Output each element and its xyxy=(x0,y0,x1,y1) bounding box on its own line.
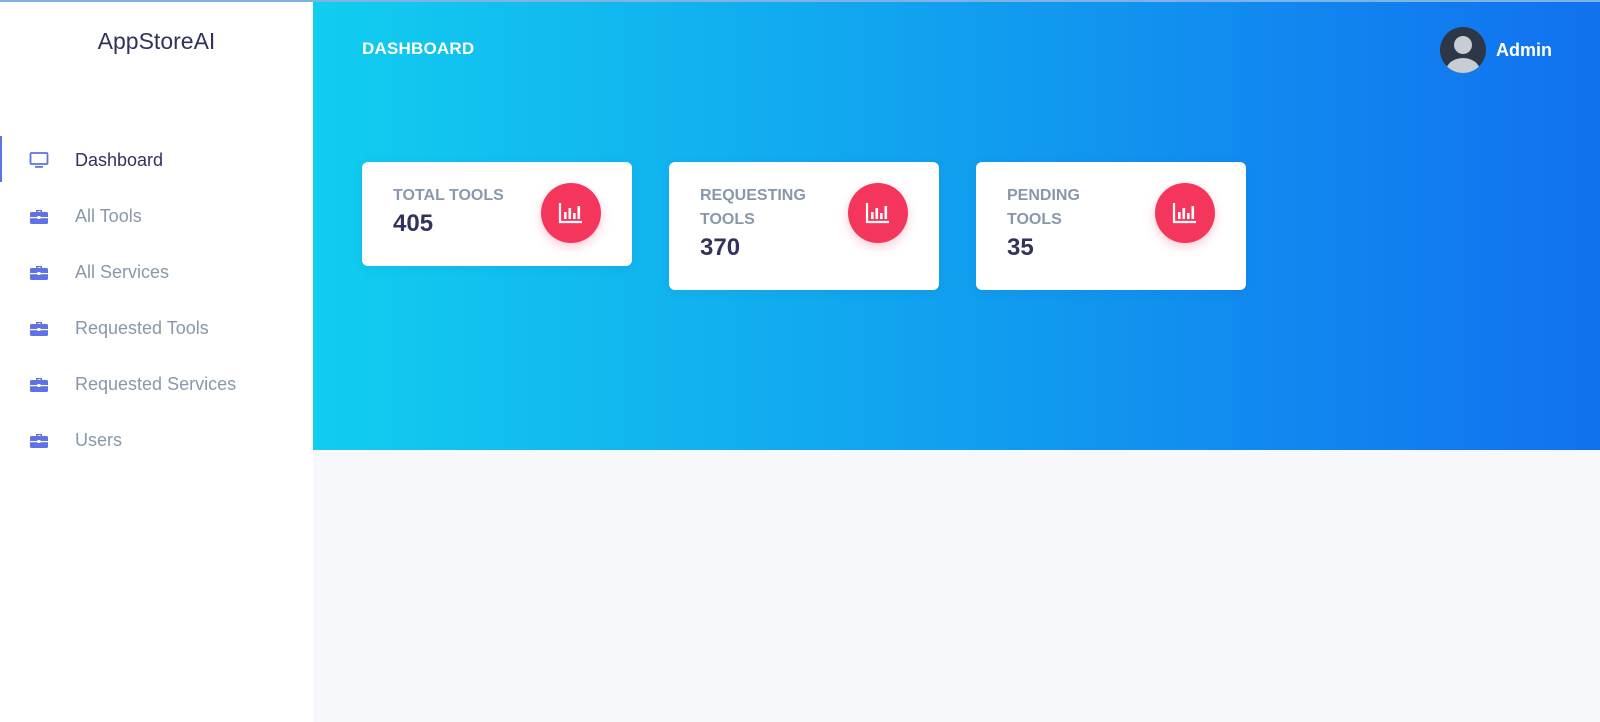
sidebar-item-label: All Services xyxy=(75,261,170,282)
sidebar-item-label: Dashboard xyxy=(75,149,164,170)
stat-title: REQUESTING TOOLS xyxy=(700,187,806,228)
briefcase-icon xyxy=(29,318,49,338)
sidebar-item-label: Requested Services xyxy=(75,373,237,394)
stat-value: 35 xyxy=(1007,234,1034,261)
chart-bar-icon xyxy=(848,183,908,243)
stat-card-pending-tools[interactable]: PENDING TOOLS 35 xyxy=(976,162,1246,290)
page-title[interactable]: DASHBOARD xyxy=(362,39,474,59)
dashboard-header: DASHBOARD Admin TOTAL TOOLS 405 REQUESTI… xyxy=(313,2,1600,450)
sidebar-item-users[interactable]: Users xyxy=(0,412,313,468)
brand-logo[interactable]: AppStoreAI xyxy=(0,28,313,55)
user-name[interactable]: Admin xyxy=(1496,40,1552,61)
briefcase-icon xyxy=(29,374,49,394)
monitor-icon xyxy=(29,150,49,170)
sidebar: AppStoreAI Dashboard All Tools All Servi… xyxy=(0,2,313,722)
sidebar-item-all-tools[interactable]: All Tools xyxy=(0,188,313,244)
stat-value: 370 xyxy=(700,234,741,261)
sidebar-item-all-services[interactable]: All Services xyxy=(0,244,313,300)
stat-title: PENDING TOOLS xyxy=(1007,187,1080,228)
sidebar-item-requested-services[interactable]: Requested Services xyxy=(0,356,313,412)
stat-card-total-tools[interactable]: TOTAL TOOLS 405 xyxy=(362,162,632,266)
user-avatar-icon[interactable] xyxy=(1440,27,1486,73)
main-content-area xyxy=(313,450,1600,722)
chart-bar-icon xyxy=(1155,183,1215,243)
briefcase-icon xyxy=(29,262,49,282)
sidebar-item-requested-tools[interactable]: Requested Tools xyxy=(0,300,313,356)
stat-card-requesting-tools[interactable]: REQUESTING TOOLS 370 xyxy=(669,162,939,290)
briefcase-icon xyxy=(29,430,49,450)
sidebar-item-label: Requested Tools xyxy=(75,317,209,338)
briefcase-icon xyxy=(29,206,49,226)
sidebar-item-label: Users xyxy=(75,429,123,450)
sidebar-nav: Dashboard All Tools All Services Request… xyxy=(0,132,313,468)
chart-bar-icon xyxy=(541,183,601,243)
sidebar-item-label: All Tools xyxy=(75,205,142,226)
user-menu[interactable]: Admin xyxy=(1440,27,1552,73)
sidebar-item-dashboard[interactable]: Dashboard xyxy=(0,132,313,188)
stat-title: TOTAL TOOLS xyxy=(393,187,504,204)
stat-value: 405 xyxy=(393,210,434,237)
